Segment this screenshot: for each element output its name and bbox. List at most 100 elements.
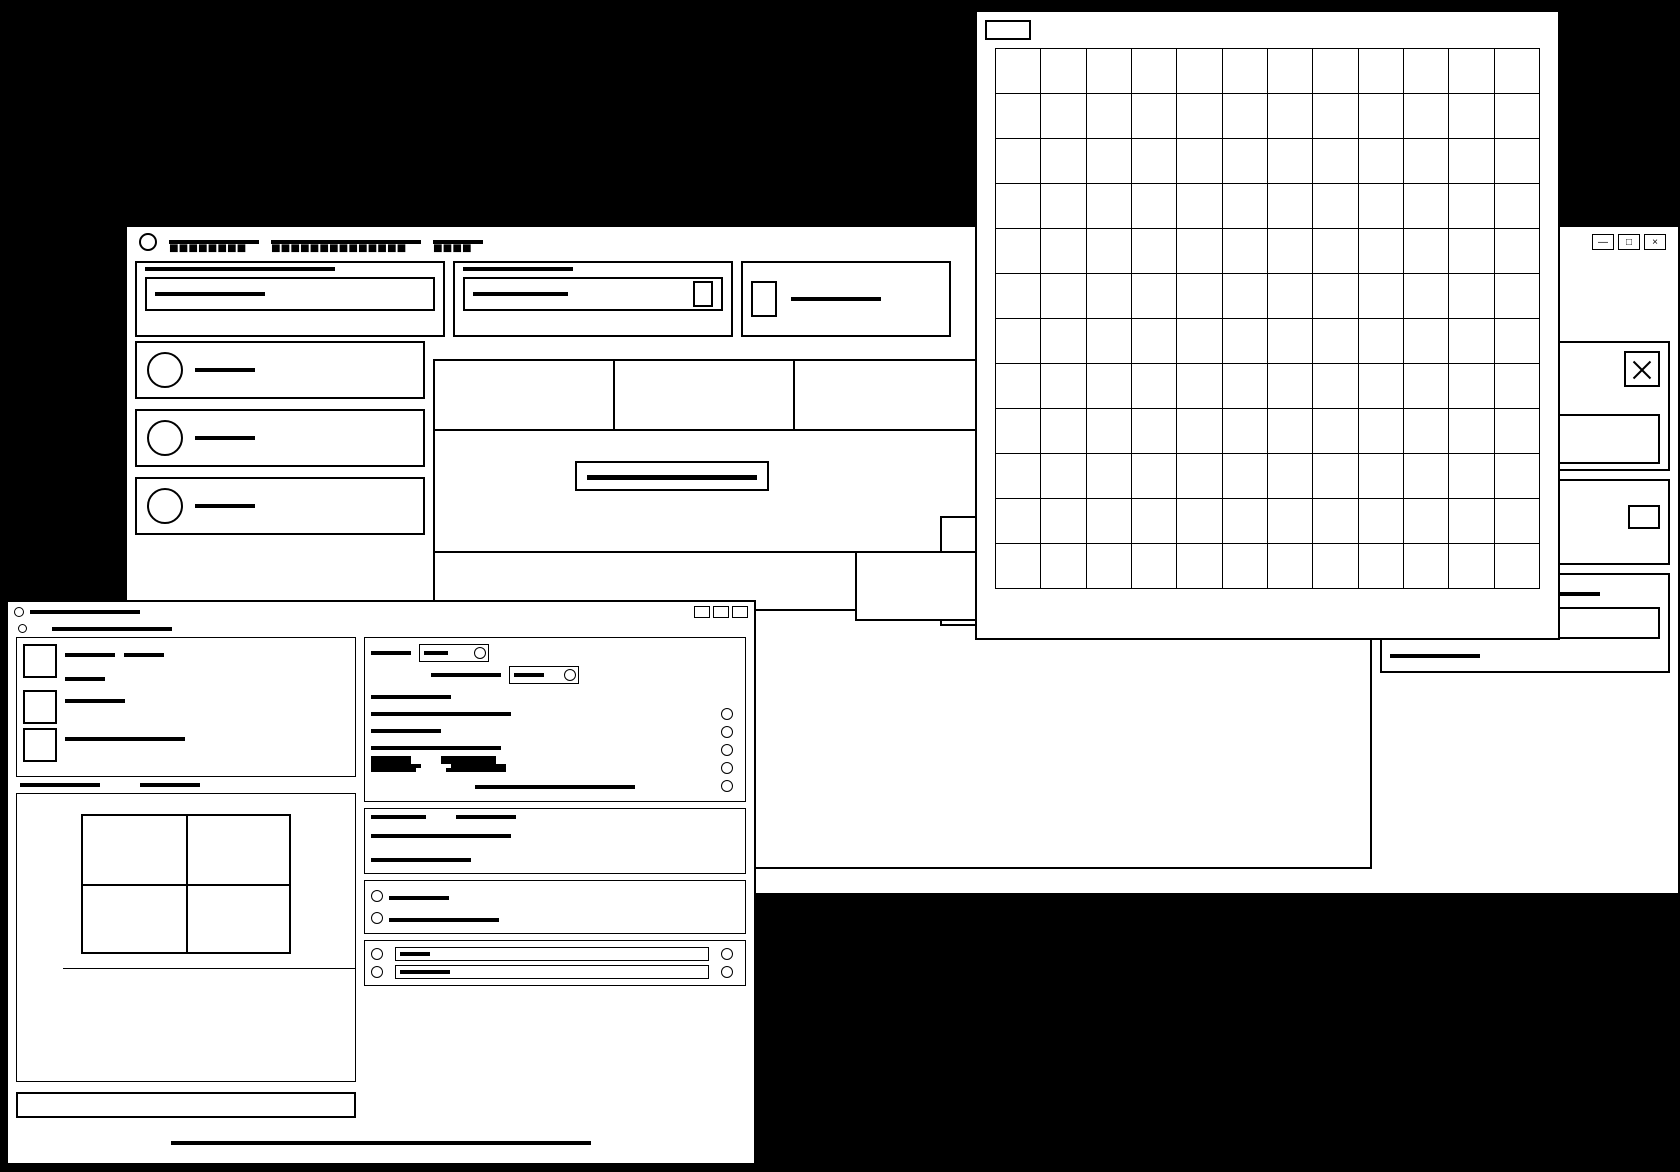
grid-cell[interactable] xyxy=(1177,184,1222,229)
grid-cell[interactable] xyxy=(1041,184,1086,229)
grid-cell[interactable] xyxy=(1449,364,1494,409)
grid-cell[interactable] xyxy=(996,454,1041,499)
dropdown-field[interactable] xyxy=(463,277,723,311)
grid-cell[interactable] xyxy=(1403,49,1448,94)
grid-cell[interactable] xyxy=(1131,274,1176,319)
option-radio[interactable] xyxy=(721,966,733,978)
option-radio[interactable] xyxy=(721,762,733,774)
window-control[interactable] xyxy=(713,606,729,618)
grid-cell[interactable] xyxy=(1086,49,1131,94)
grid-cell[interactable] xyxy=(1222,544,1267,589)
grid-cell[interactable] xyxy=(1041,544,1086,589)
grid-cell[interactable] xyxy=(1267,184,1312,229)
grid-cell[interactable] xyxy=(1086,94,1131,139)
grid-cell[interactable] xyxy=(1222,409,1267,454)
grid-cell[interactable] xyxy=(1313,319,1358,364)
grid-cell[interactable] xyxy=(1313,274,1358,319)
grid-cell[interactable] xyxy=(1313,409,1358,454)
sidebar-item[interactable] xyxy=(135,341,425,399)
grid-cell[interactable] xyxy=(1086,364,1131,409)
grid-cell[interactable] xyxy=(1494,319,1539,364)
grid-cell[interactable] xyxy=(1313,364,1358,409)
grid-cell[interactable] xyxy=(1313,94,1358,139)
grid-cell[interactable] xyxy=(1086,454,1131,499)
grid-cell[interactable] xyxy=(1222,364,1267,409)
grid-cell[interactable] xyxy=(1267,139,1312,184)
grid-cell[interactable] xyxy=(1131,409,1176,454)
grid-cell[interactable] xyxy=(1222,499,1267,544)
grid-cell[interactable] xyxy=(1131,499,1176,544)
grid-cell[interactable] xyxy=(1403,229,1448,274)
grid-cell[interactable] xyxy=(1041,94,1086,139)
grid-cell[interactable] xyxy=(1131,139,1176,184)
slider-handle-icon[interactable] xyxy=(371,966,383,978)
grid-cell[interactable] xyxy=(1222,49,1267,94)
grid-cell[interactable] xyxy=(1222,139,1267,184)
grid-cell[interactable] xyxy=(1267,544,1312,589)
grid-cell[interactable] xyxy=(1267,49,1312,94)
grid-cell[interactable] xyxy=(1403,94,1448,139)
grid-cell[interactable] xyxy=(1494,274,1539,319)
grid-cell[interactable] xyxy=(1313,229,1358,274)
grid-cell[interactable] xyxy=(1177,409,1222,454)
grid-cell[interactable] xyxy=(1041,499,1086,544)
close-icon[interactable] xyxy=(1624,351,1660,387)
grid-cell[interactable] xyxy=(1086,139,1131,184)
grid-cell[interactable] xyxy=(1177,274,1222,319)
grid-cell[interactable] xyxy=(1403,544,1448,589)
grid-cell[interactable] xyxy=(1177,319,1222,364)
grid-cell[interactable] xyxy=(1358,499,1403,544)
grid-cell[interactable] xyxy=(1449,409,1494,454)
grid-cell[interactable] xyxy=(1449,49,1494,94)
grid-cell[interactable] xyxy=(1177,229,1222,274)
grid-cell[interactable] xyxy=(1358,139,1403,184)
data-grid[interactable] xyxy=(995,48,1540,589)
quadrant-chart[interactable] xyxy=(81,814,291,954)
titlebar[interactable] xyxy=(8,602,754,622)
option-radio[interactable] xyxy=(721,948,733,960)
sidebar-item[interactable] xyxy=(135,477,425,535)
grid-cell[interactable] xyxy=(1222,94,1267,139)
path-input[interactable] xyxy=(16,1092,356,1118)
grid-cell[interactable] xyxy=(1494,139,1539,184)
grid-cell[interactable] xyxy=(1267,499,1312,544)
grid-cell[interactable] xyxy=(1267,274,1312,319)
slider-track[interactable] xyxy=(395,947,709,961)
floating-label[interactable] xyxy=(575,461,769,491)
grid-cell[interactable] xyxy=(1086,229,1131,274)
grid-cell[interactable] xyxy=(1222,319,1267,364)
grid-cell[interactable] xyxy=(1131,544,1176,589)
option-radio[interactable] xyxy=(721,726,733,738)
grid-cell[interactable] xyxy=(1131,184,1176,229)
grid-cell[interactable] xyxy=(996,139,1041,184)
option-radio[interactable] xyxy=(371,912,383,924)
grid-cell[interactable] xyxy=(996,274,1041,319)
grid-cell[interactable] xyxy=(1177,94,1222,139)
grid-cell[interactable] xyxy=(1449,544,1494,589)
grid-cell[interactable] xyxy=(1177,499,1222,544)
grid-cell[interactable] xyxy=(1358,94,1403,139)
grid-cell[interactable] xyxy=(1403,139,1448,184)
grid-cell[interactable] xyxy=(1267,319,1312,364)
grid-cell[interactable] xyxy=(1494,364,1539,409)
grid-cell[interactable] xyxy=(1403,274,1448,319)
grid-cell[interactable] xyxy=(1131,319,1176,364)
grid-cell[interactable] xyxy=(1449,319,1494,364)
grid-cell[interactable] xyxy=(1131,454,1176,499)
grid-cell[interactable] xyxy=(1177,364,1222,409)
option-radio[interactable] xyxy=(371,890,383,902)
grid-cell[interactable] xyxy=(996,184,1041,229)
grid-cell[interactable] xyxy=(1041,229,1086,274)
grid-cell[interactable] xyxy=(1041,274,1086,319)
grid-cell[interactable] xyxy=(1403,319,1448,364)
window-control[interactable] xyxy=(732,606,748,618)
grid-cell[interactable] xyxy=(1086,544,1131,589)
option-radio[interactable] xyxy=(721,744,733,756)
grid-cell[interactable] xyxy=(1267,454,1312,499)
list-item[interactable] xyxy=(23,690,349,724)
grid-cell[interactable] xyxy=(1086,409,1131,454)
grid-cell[interactable] xyxy=(1358,274,1403,319)
grid-cell[interactable] xyxy=(1494,184,1539,229)
grid-cell[interactable] xyxy=(1358,229,1403,274)
grid-cell[interactable] xyxy=(1494,499,1539,544)
